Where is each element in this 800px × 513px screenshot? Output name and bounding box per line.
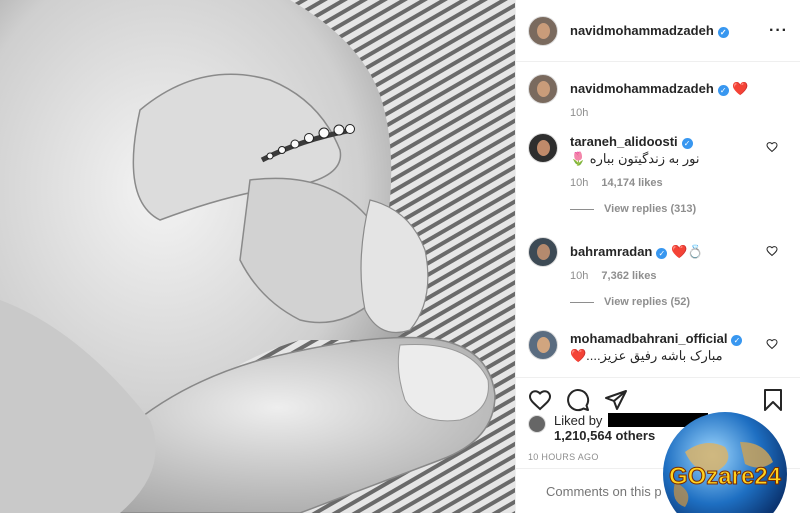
author-username[interactable]: navidmohammadzadeh ✓ (570, 23, 729, 38)
comment-text: ❤️💍 (671, 244, 704, 259)
view-replies-link[interactable]: View replies (313) (570, 203, 788, 215)
post-timestamp: 10 HOURS AGO (528, 452, 599, 462)
verified-badge-icon: ✓ (656, 248, 668, 259)
comment-text: مبارک باشه رفیق عزیز....❤️ (570, 348, 723, 363)
comment-time: 10h (570, 177, 589, 189)
comment-like-heart-icon[interactable] (766, 141, 778, 153)
replies-divider (570, 208, 594, 210)
comment-like-heart-icon[interactable] (766, 338, 778, 350)
commenter-avatar[interactable] (528, 330, 558, 360)
comment-likes[interactable]: 7,362 likes (601, 270, 656, 282)
verified-badge-icon: ✓ (717, 85, 729, 96)
share-icon[interactable] (604, 388, 628, 412)
comment-meta: 10h 7,362 likes (570, 270, 788, 282)
caption-meta: 10h (570, 107, 788, 119)
likes-count[interactable]: 1,210,564 others (554, 428, 655, 443)
commenter-avatar[interactable] (528, 133, 558, 163)
heart-icon[interactable] (528, 388, 552, 412)
action-bar (516, 377, 800, 413)
caption-text: ❤️ (732, 81, 749, 96)
bookmark-icon[interactable] (763, 388, 783, 412)
watermark-logo: GOzare24 (655, 412, 795, 513)
comment-time: 10h (570, 270, 589, 282)
list-item: mohamadbahrani_official ✓ مبارک باشه رفیق… (528, 330, 788, 364)
comments-list: navidmohammadzadeh ✓ ❤️ 10h taraneh_alido… (516, 62, 800, 380)
comment-icon[interactable] (566, 388, 590, 412)
list-item: taraneh_alidoosti ✓ نور به زندگیتون بباره… (528, 133, 788, 189)
liked-by-label: Liked by (554, 413, 603, 428)
list-item: bahramradan ✓ ❤️💍 10h 7,362 likes (528, 237, 788, 282)
verified-badge-icon: ✓ (681, 138, 693, 149)
comment-like-heart-icon[interactable] (766, 245, 778, 257)
caption-username[interactable]: navidmohammadzadeh (570, 81, 714, 96)
watermark-text: GOzare24 (669, 463, 782, 490)
verified-badge-icon: ✓ (717, 27, 729, 38)
liker-avatar[interactable] (528, 415, 546, 433)
caption: navidmohammadzadeh ✓ ❤️ 10h (528, 74, 788, 119)
author-avatar[interactable] (528, 15, 558, 46)
author-avatar[interactable] (528, 74, 558, 104)
view-replies-link[interactable]: View replies (52) (570, 296, 788, 308)
caption-time: 10h (570, 107, 589, 119)
comment-username[interactable]: taraneh_alidoosti (570, 134, 678, 149)
comment-text: نور به زندگیتون بباره 🌷 (570, 151, 700, 166)
more-options-icon[interactable]: ··· (769, 22, 788, 40)
verified-badge-icon: ✓ (731, 335, 743, 346)
commenter-avatar[interactable] (528, 237, 558, 267)
comment-username[interactable]: mohamadbahrani_official (570, 331, 727, 346)
comment-username[interactable]: bahramradan (570, 244, 652, 259)
comment-likes[interactable]: 14,174 likes (601, 177, 662, 189)
replies-divider (570, 301, 594, 303)
comment-meta: 10h 14,174 likes (570, 177, 788, 189)
post-header: navidmohammadzadeh ✓ ··· (516, 0, 800, 62)
post-photo (0, 0, 515, 513)
